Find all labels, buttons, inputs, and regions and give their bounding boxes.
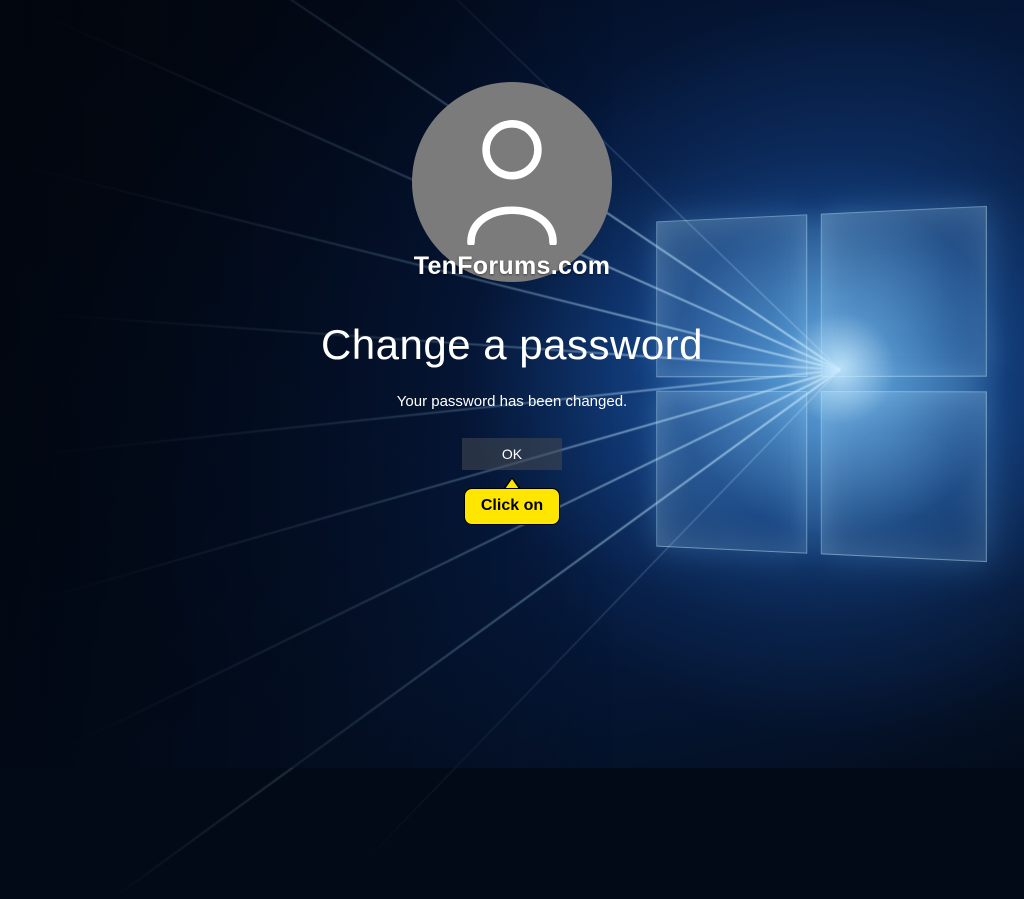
security-dialog: TenForums.com Change a password Your pas… [212, 82, 812, 525]
dialog-title: Change a password [321, 321, 703, 369]
annotation-callout: Click on [464, 488, 560, 525]
watermark-text: TenForums.com [414, 252, 611, 281]
dialog-message: Your password has been changed. [397, 393, 627, 410]
user-icon [458, 115, 566, 250]
ok-button[interactable]: OK [462, 438, 562, 470]
annotation-callout-text: Click on [464, 488, 560, 525]
